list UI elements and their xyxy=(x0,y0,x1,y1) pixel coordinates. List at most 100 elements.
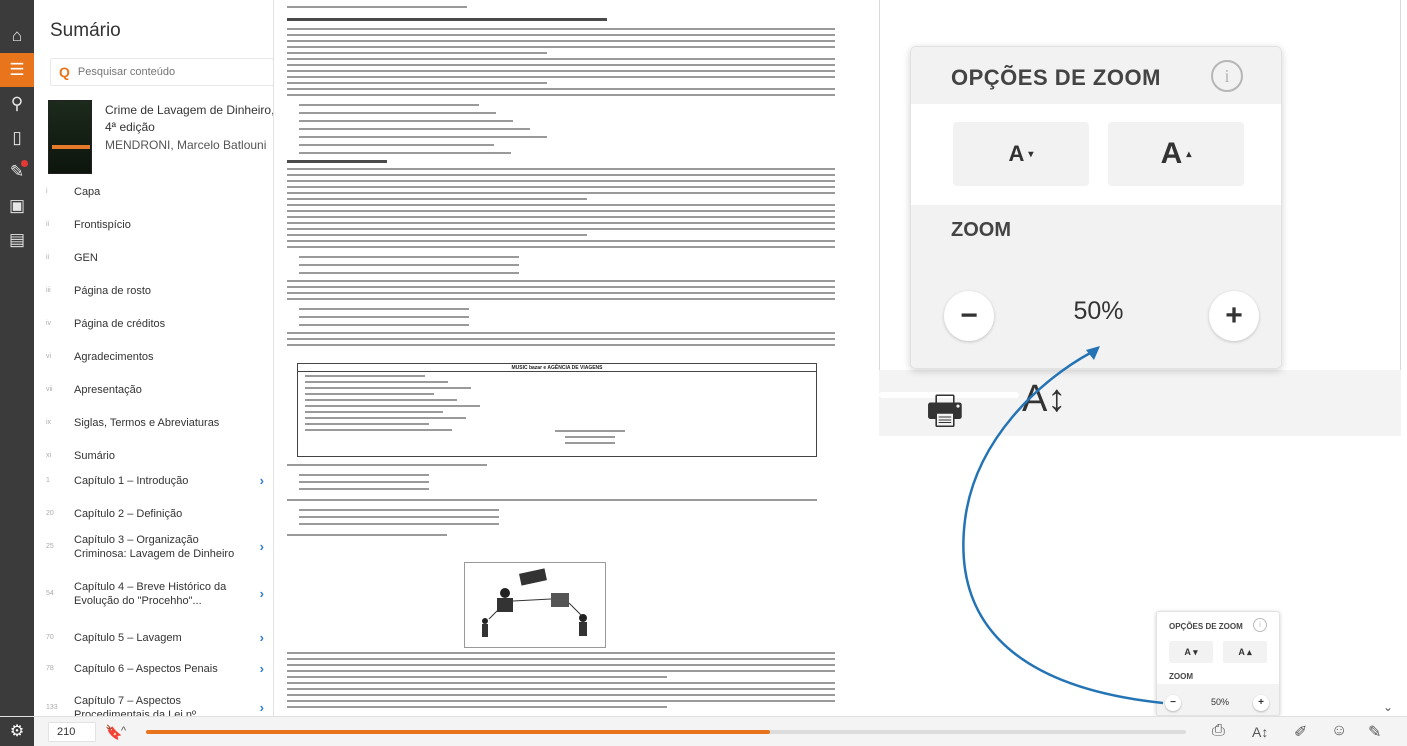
reader-app: ⌂ ☰ ⚲ ▯ ✎ ▣ ▤ Sumário Q Crime de Lavagem… xyxy=(0,0,1407,746)
toc-item[interactable]: 54 Capítulo 4 – Breve Histórico da Evoluç… xyxy=(34,577,273,610)
text-line xyxy=(299,509,499,511)
toc-item[interactable]: ii Frontispício xyxy=(34,208,273,241)
toc-item[interactable]: i Capa xyxy=(34,175,273,208)
text-line xyxy=(287,82,547,84)
increase-font-label: A xyxy=(1160,137,1183,170)
text-line xyxy=(287,700,835,702)
highlighter-icon[interactable]: ✐ xyxy=(1294,722,1307,742)
search-box[interactable]: Q xyxy=(50,58,273,86)
text-line xyxy=(299,481,429,483)
text-line xyxy=(287,499,817,501)
help-icon[interactable]: ☺ xyxy=(1331,722,1347,740)
zoom-value-small: 50% xyxy=(1210,697,1229,707)
font-size-icon[interactable]: A↕ xyxy=(1252,724,1268,740)
bookmark-page-icon[interactable]: ▯ xyxy=(0,121,34,155)
edit-note-icon[interactable]: ✎ xyxy=(1368,722,1381,742)
text-line xyxy=(287,52,547,54)
text-line xyxy=(287,234,587,236)
text-line xyxy=(287,682,835,684)
text-line xyxy=(287,180,835,182)
text-line xyxy=(287,688,835,690)
text-line xyxy=(287,222,835,224)
chevron-right-icon[interactable]: › xyxy=(260,630,264,645)
toc-item[interactable]: iv Página de créditos xyxy=(34,307,273,340)
zoom-in-button[interactable]: + xyxy=(1209,291,1259,341)
image-icon[interactable]: ▣ xyxy=(0,189,34,223)
toc-page-number: ii xyxy=(46,254,50,261)
toc-item[interactable]: 20 Capítulo 2 – Definição xyxy=(34,497,273,530)
text-line xyxy=(287,210,835,212)
toc-item-label: Capítulo 7 – Aspectos Procedimentais da … xyxy=(74,694,206,717)
chevron-right-icon[interactable]: › xyxy=(260,661,264,676)
toc-item[interactable]: ix Siglas, Termos e Abreviaturas xyxy=(34,406,273,439)
info-icon[interactable]: i xyxy=(1211,60,1243,92)
toc-icon[interactable]: ☰ xyxy=(0,53,34,87)
toc-page-number: iv xyxy=(46,320,52,327)
search-icon[interactable]: ⚲ xyxy=(0,87,34,121)
reading-progress-bar[interactable] xyxy=(146,730,1186,734)
home-icon[interactable]: ⌂ xyxy=(0,19,34,53)
toc-item-label: Capítulo 1 – Introdução xyxy=(74,474,189,487)
toc-page-number: ix xyxy=(46,419,52,426)
toc-item[interactable]: vii Apresentação xyxy=(34,373,273,406)
text-line xyxy=(299,516,499,518)
toc-item[interactable]: iii Página de rosto xyxy=(34,274,273,307)
decrease-font-button[interactable]: A ▾ xyxy=(953,122,1089,186)
zoom-out-button[interactable]: − xyxy=(944,291,994,341)
document-figure xyxy=(464,562,606,648)
print-icon[interactable]: ⎙ xyxy=(1212,722,1225,740)
toc-page-number: 70 xyxy=(46,634,54,641)
toc-page-number: 1 xyxy=(46,477,50,484)
bookmark-icon[interactable]: 🔖 xyxy=(105,724,122,741)
notification-badge xyxy=(21,160,28,167)
text-line xyxy=(287,344,835,346)
text-line xyxy=(299,136,547,138)
toc-item-label: Capítulo 5 – Lavagem xyxy=(74,631,182,644)
notes-icon[interactable]: ✎ xyxy=(0,155,34,189)
toc-item[interactable]: 70 Capítulo 5 – Lavagem › xyxy=(34,621,273,654)
toc-page-number: 78 xyxy=(46,665,54,672)
chevron-up-icon[interactable]: ^ xyxy=(121,725,126,737)
chevron-right-icon[interactable]: › xyxy=(260,586,264,601)
chevron-right-icon[interactable]: › xyxy=(260,700,264,715)
text-line xyxy=(299,474,429,476)
page-number-input[interactable] xyxy=(48,722,96,742)
zoom-out-button-small[interactable]: − xyxy=(1165,695,1181,711)
caret-down-icon: ▾ xyxy=(1028,148,1034,160)
chevron-right-icon[interactable]: › xyxy=(260,539,264,554)
reading-progress-fill xyxy=(146,730,770,734)
text-line xyxy=(299,316,469,318)
toc-item[interactable]: 78 Capítulo 6 – Aspectos Penais › xyxy=(34,652,273,685)
increase-font-button[interactable]: A ▴ xyxy=(1108,122,1244,186)
info-icon[interactable]: i xyxy=(1253,618,1267,632)
bottom-toolbar: ⚙ 🔖 ^ ⎙ A↕ ✐ ☺ ✎ xyxy=(0,716,1407,746)
gear-icon[interactable]: ⚙ xyxy=(0,717,34,746)
minus-icon: − xyxy=(1170,697,1176,708)
sidebar-title: Sumário xyxy=(50,20,121,41)
text-line xyxy=(299,104,479,106)
text-line xyxy=(287,286,835,288)
toc-page-number: 133 xyxy=(46,704,58,711)
document-page: MUSIC bazar e AGÊNCIA DE VIAGENS xyxy=(275,0,849,716)
zoom-in-button-small[interactable]: + xyxy=(1253,695,1269,711)
flashcards-icon[interactable]: ▤ xyxy=(0,223,34,257)
decrease-font-button-small[interactable]: A ▾ xyxy=(1169,641,1213,663)
book-cover xyxy=(48,100,92,174)
zoom-value: 50% xyxy=(1073,297,1124,325)
chevron-down-icon[interactable]: ⌄ xyxy=(1383,700,1393,714)
text-line xyxy=(287,706,667,708)
text-line xyxy=(287,670,835,672)
toc-item[interactable]: 133 Capítulo 7 – Aspectos Procedimentais … xyxy=(34,691,273,717)
text-line xyxy=(287,34,835,36)
toc-item[interactable]: vi Agradecimentos xyxy=(34,340,273,373)
text-line xyxy=(299,264,519,266)
text-line xyxy=(287,40,835,42)
increase-font-button-small[interactable]: A ▴ xyxy=(1223,641,1267,663)
chevron-right-icon[interactable]: › xyxy=(260,473,264,488)
search-input[interactable] xyxy=(77,66,258,78)
toc-item[interactable]: 1 Capítulo 1 – Introdução › xyxy=(34,464,273,497)
text-line xyxy=(287,332,835,334)
toc-item[interactable]: ii GEN xyxy=(34,241,273,274)
toc-item[interactable]: 25 Capítulo 3 – Organização Criminosa: La… xyxy=(34,530,273,563)
toc-sidebar: Sumário Q Crime de Lavagem de Dinheiro, … xyxy=(34,0,274,716)
